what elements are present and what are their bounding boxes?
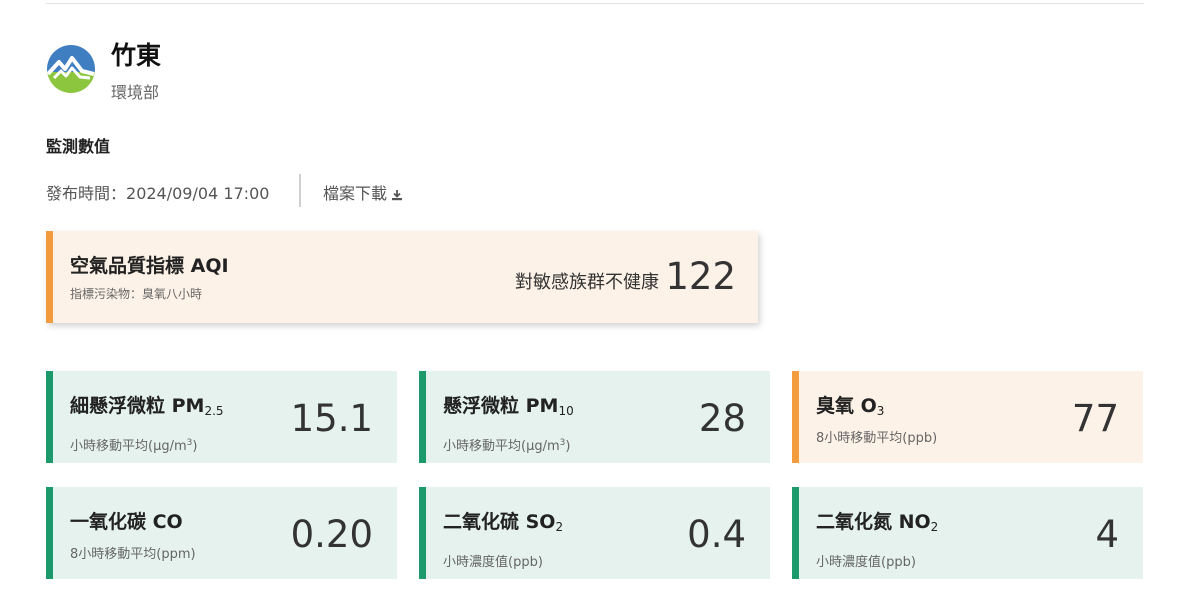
pollutant-card-pm10[interactable]: 懸浮微粒 PM10 小時移動平均(μg/m3) 28 <box>419 371 770 463</box>
pollutant-value: 4 <box>1095 513 1119 556</box>
publish-time-value: 2024/09/04 17:00 <box>126 184 270 203</box>
download-link[interactable]: 檔案下載 <box>323 180 403 204</box>
station-org: 環境部 <box>111 83 160 102</box>
aqi-pollutant: 指標污染物：臭氧八小時 <box>70 285 202 302</box>
download-label: 檔案下載 <box>323 184 388 203</box>
aqi-value: 122 <box>665 255 736 298</box>
pollutant-value: 0.20 <box>290 513 373 556</box>
top-divider <box>46 3 1144 4</box>
pollutant-name: 一氧化碳 CO <box>70 511 183 533</box>
pollutant-desc: 小時移動平均(μg/m3) <box>70 438 198 454</box>
aqi-pollutant-value: 臭氧八小時 <box>142 287 203 301</box>
pollutant-card-no2[interactable]: 二氧化氮 NO2 小時濃度值(ppb) 4 <box>792 487 1143 579</box>
pollutant-desc: 小時濃度值(ppb) <box>816 555 916 570</box>
aqi-card[interactable]: 空氣品質指標 AQI 指標污染物：臭氧八小時 對敏感族群不健康 122 <box>46 231 758 323</box>
pollutant-name: 懸浮微粒 PM10 <box>443 395 574 418</box>
pollutant-value: 28 <box>698 397 746 440</box>
section-title: 監測數值 <box>46 137 111 156</box>
pollutant-name: 二氧化氮 NO2 <box>816 511 939 534</box>
publish-label: 發布時間： <box>46 184 127 203</box>
pollutant-card-co[interactable]: 一氧化碳 CO 8小時移動平均(ppm) 0.20 <box>46 487 397 579</box>
aqi-pollutant-label: 指標污染物： <box>70 287 143 301</box>
download-icon <box>392 190 403 201</box>
meta-divider <box>299 174 301 207</box>
pollutant-card-o3[interactable]: 臭氧 O3 8小時移動平均(ppb) 77 <box>792 371 1143 463</box>
publish-meta: 發布時間：2024/09/04 17:00 檔案下載 <box>46 174 446 208</box>
pollutant-card-so2[interactable]: 二氧化硫 SO2 小時濃度值(ppb) 0.4 <box>419 487 770 579</box>
pollutant-name: 細懸浮微粒 PM2.5 <box>70 395 224 418</box>
moenv-logo-icon <box>47 45 95 93</box>
pollutant-name: 臭氧 O3 <box>816 395 885 418</box>
pollutant-value: 77 <box>1071 397 1119 440</box>
pollutant-value: 15.1 <box>290 397 373 440</box>
pollutant-desc: 小時移動平均(μg/m3) <box>443 438 571 454</box>
aqi-status: 對敏感族群不健康 <box>515 272 659 293</box>
station-name: 竹東 <box>111 41 162 70</box>
publish-time: 發布時間：2024/09/04 17:00 <box>46 180 269 204</box>
pollutant-desc: 8小時移動平均(ppb) <box>816 431 938 446</box>
pollutant-desc: 8小時移動平均(ppm) <box>70 547 196 562</box>
pollutant-value: 0.4 <box>687 513 746 556</box>
pollutant-desc: 小時濃度值(ppb) <box>443 555 543 570</box>
pollutant-name: 二氧化硫 SO2 <box>443 511 564 534</box>
aqi-title: 空氣品質指標 AQI <box>70 255 229 277</box>
pollutant-card-pm25[interactable]: 細懸浮微粒 PM2.5 小時移動平均(μg/m3) 15.1 <box>46 371 397 463</box>
